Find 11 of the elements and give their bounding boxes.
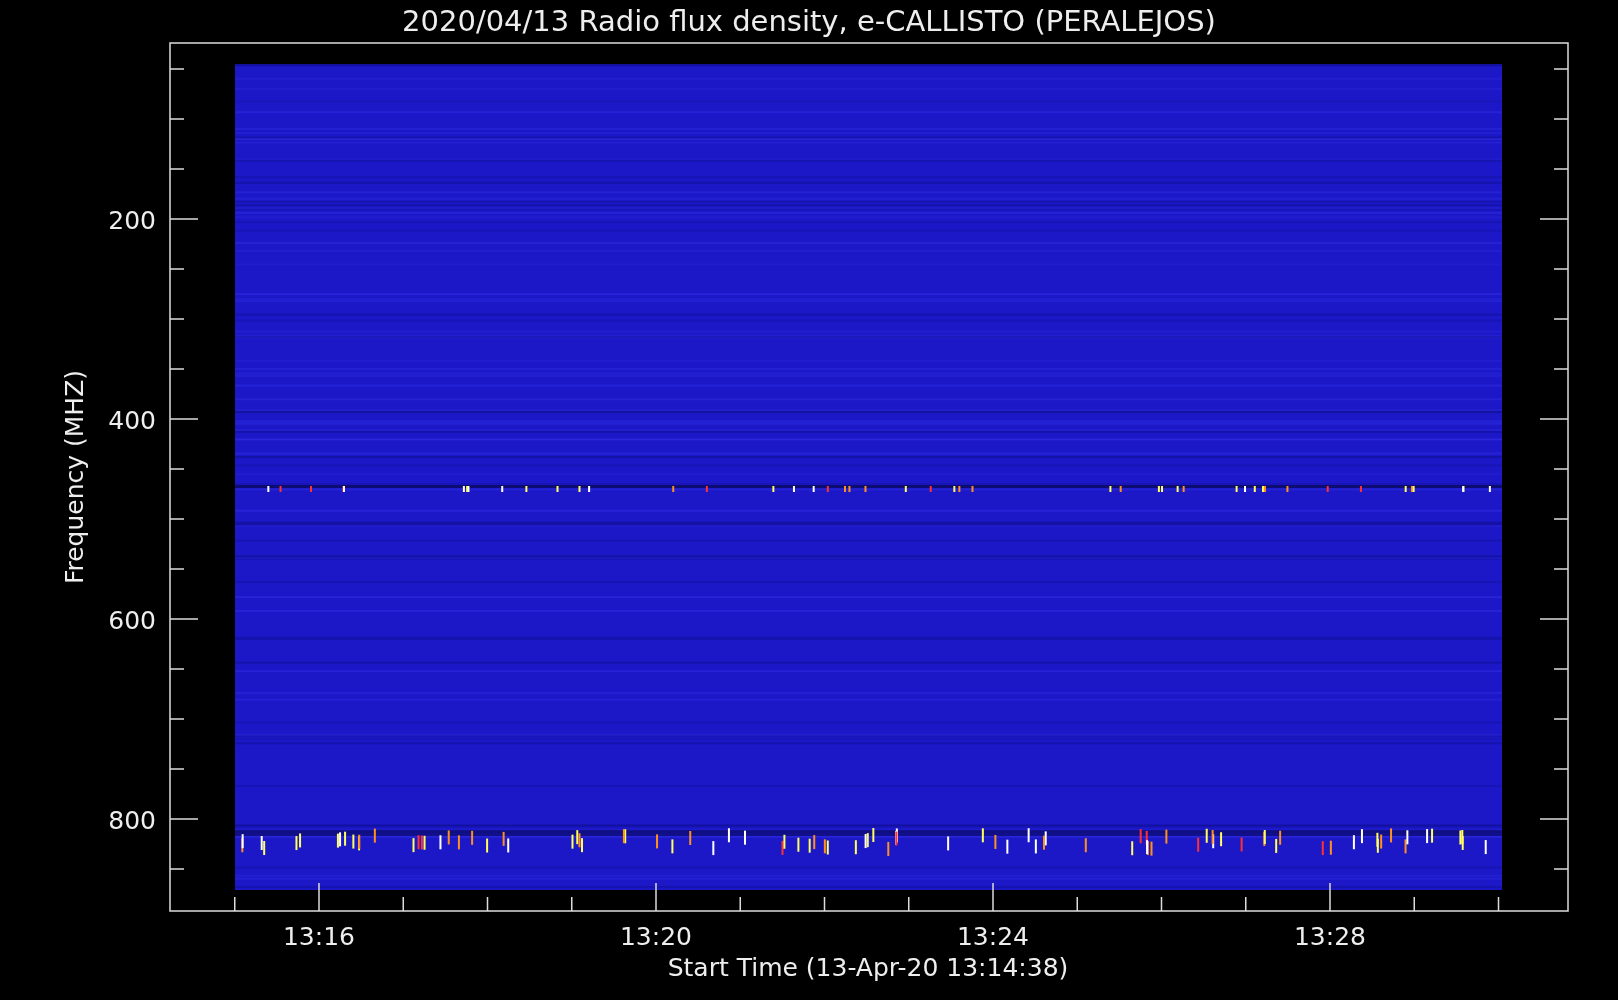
x-tick-label: 13:28 xyxy=(1294,922,1366,951)
y-axis-label: Frequency (MHZ) xyxy=(60,369,89,585)
x-tick-label: 13:24 xyxy=(957,922,1029,951)
x-tick-label: 13:20 xyxy=(620,922,692,951)
y-tick-label: 400 xyxy=(108,406,156,435)
x-axis-label: Start Time (13-Apr-20 13:14:38) xyxy=(667,953,1069,982)
x-tick-label: 13:16 xyxy=(283,922,355,951)
y-tick-label: 200 xyxy=(108,206,156,235)
chart-title: 2020/04/13 Radio flux density, e-CALLISTO (PERALEJOS) xyxy=(402,4,1216,38)
y-tick-label: 800 xyxy=(108,806,156,835)
y-tick-label: 600 xyxy=(108,606,156,635)
